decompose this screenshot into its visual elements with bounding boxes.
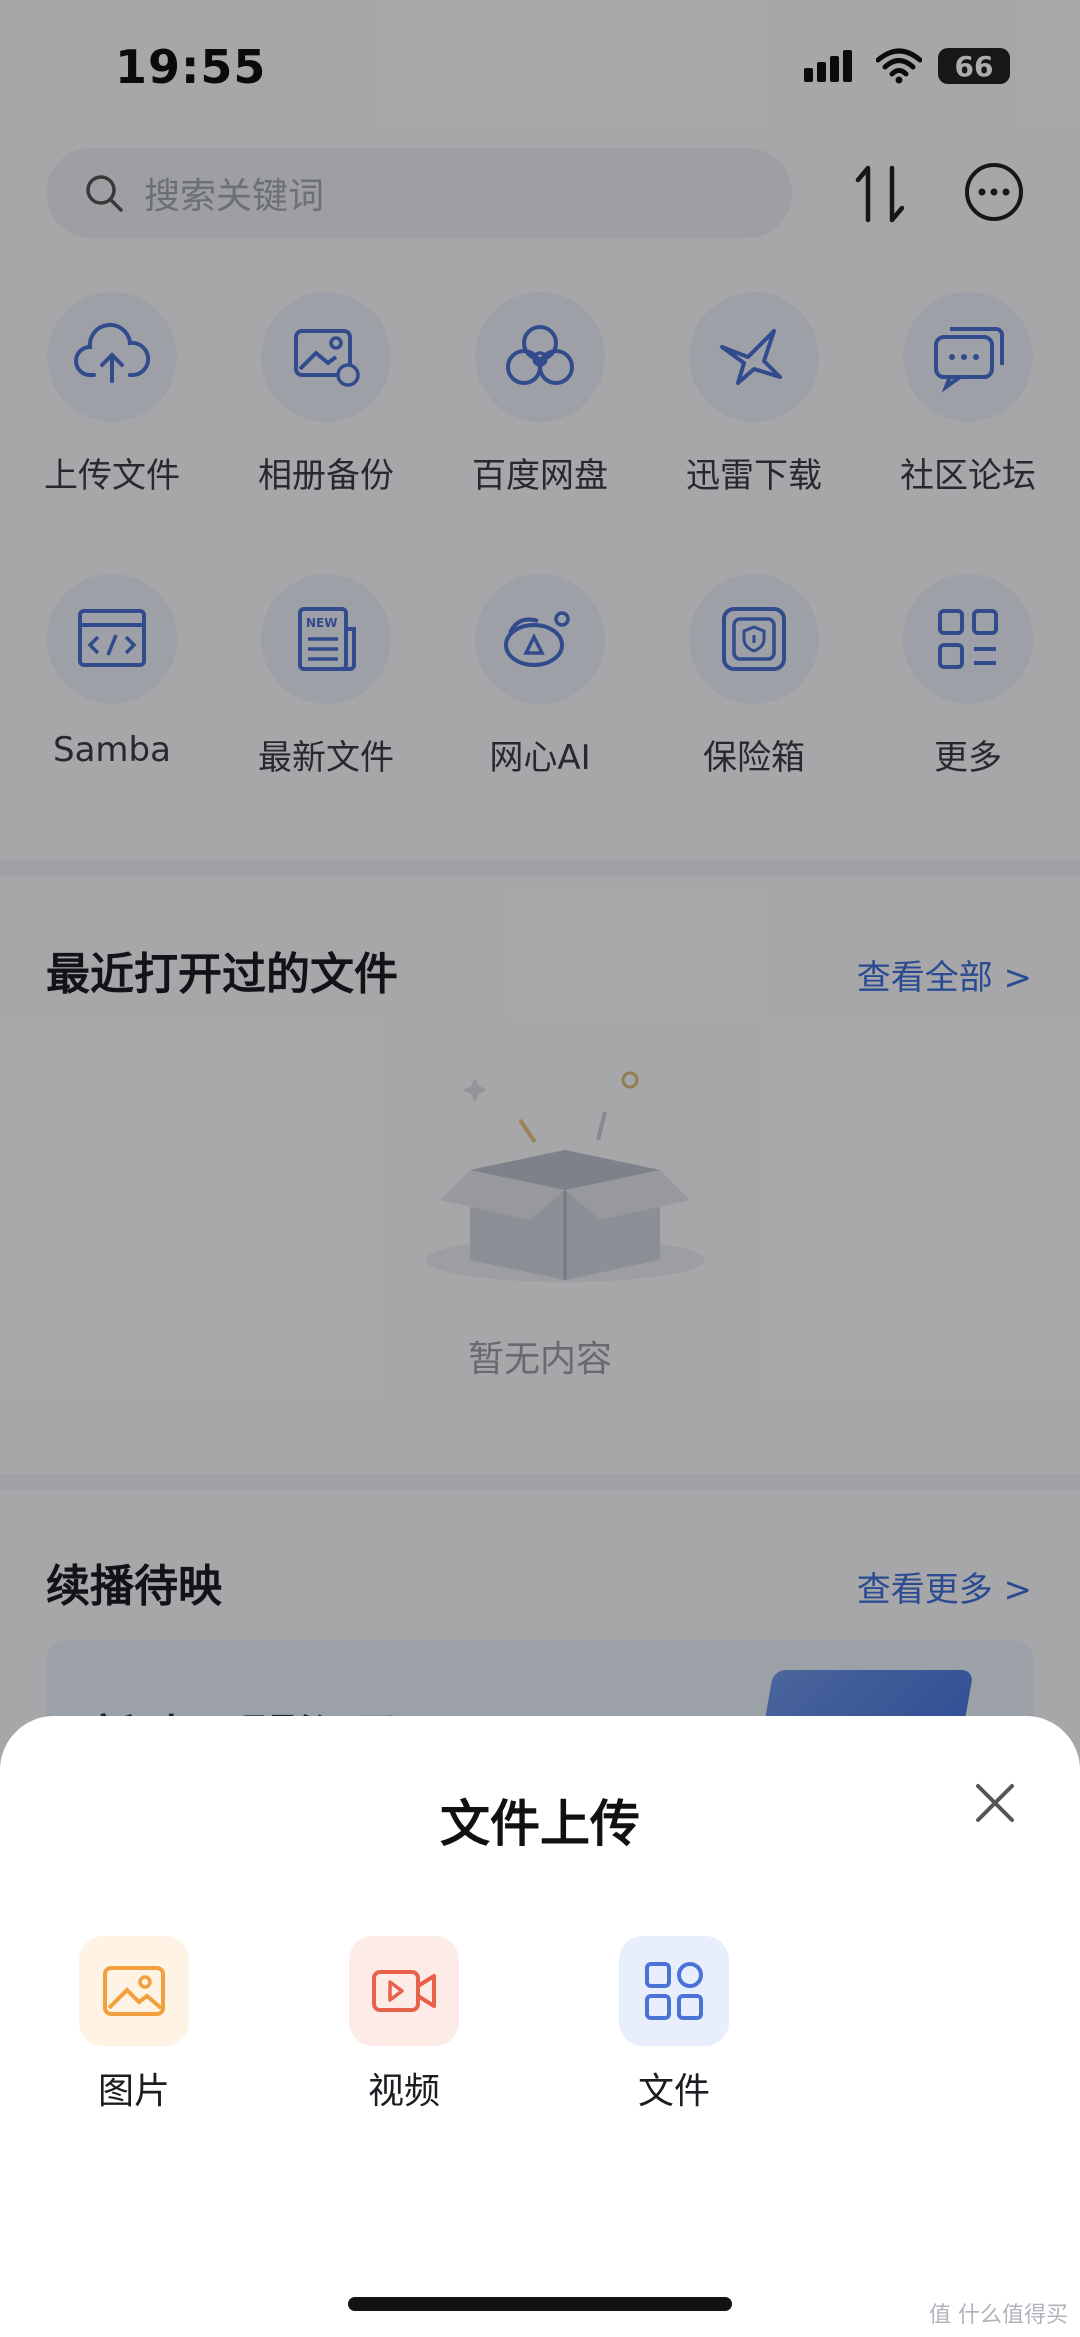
upload-bottom-sheet: 文件上传 图片 视频 文件 值 什么值得买 [0, 1716, 1080, 2337]
upload-file-option[interactable]: 文件 [594, 1936, 754, 2114]
watermark: 值 什么值得买 [929, 2303, 1068, 2328]
upload-video-option[interactable]: 视频 [324, 1936, 484, 2114]
upload-image-option[interactable]: 图片 [54, 1936, 214, 2114]
image-icon [103, 1966, 165, 2016]
home-indicator[interactable] [348, 2297, 732, 2311]
file-grid-icon [645, 1962, 703, 2020]
sheet-title: 文件上传 [440, 1795, 640, 1853]
video-icon [372, 1970, 436, 2012]
close-button[interactable] [970, 1778, 1020, 1828]
